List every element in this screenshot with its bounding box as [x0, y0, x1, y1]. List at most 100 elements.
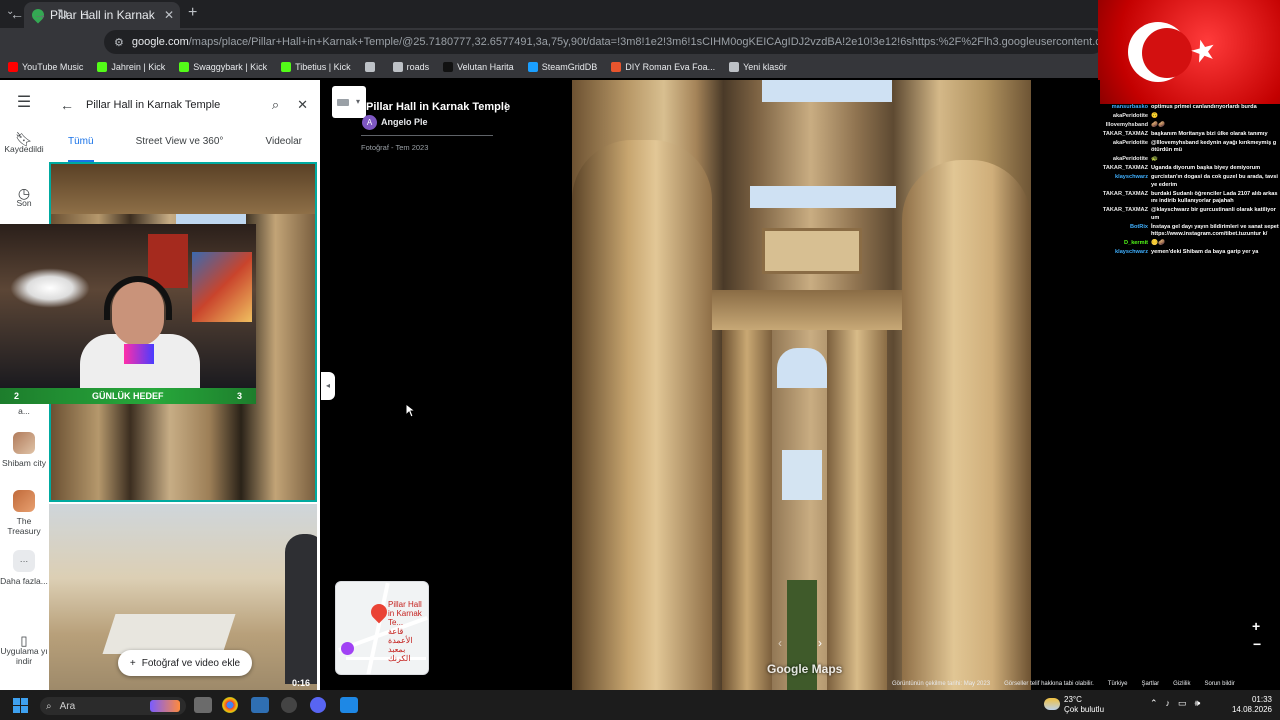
new-tab-button[interactable]: + — [188, 4, 197, 22]
back-icon[interactable]: ← — [10, 6, 24, 22]
privacy-link[interactable]: Gizlilik — [1173, 681, 1190, 690]
site-info-icon[interactable]: ⚙ — [114, 36, 124, 49]
zoom-in-button[interactable]: + — [1252, 618, 1260, 634]
menu-icon[interactable]: ☰ — [0, 95, 48, 111]
close-tab-icon[interactable]: ✕ — [164, 8, 180, 22]
bookmark-item[interactable]: Tibetius | Kick — [281, 62, 351, 72]
taskbar-search[interactable]: ⌕ Ara — [40, 697, 186, 715]
bookmark-label: Tibetius | Kick — [295, 62, 351, 72]
bookmark-item[interactable]: YouTube Music — [8, 62, 83, 72]
mouse-cursor-icon — [405, 403, 415, 418]
network-icon[interactable]: ▭ — [1178, 698, 1187, 709]
search-box[interactable]: ← Pillar Hall in Karnak Temple ⌕ ✕ — [60, 88, 308, 122]
search-input[interactable]: Pillar Hall in Karnak Temple — [86, 99, 272, 111]
get-app-button[interactable]: ▯ Uygulama yı indir — [0, 634, 48, 666]
more-button[interactable]: ··· Daha fazla... — [0, 550, 48, 586]
chat-username[interactable]: D_kermit — [1092, 240, 1148, 247]
recent-place-shibam[interactable]: Shibam city — [0, 432, 48, 468]
chat-text: gurcistan'ın dogasi da cok guzel bu arad… — [1151, 174, 1278, 188]
chat-username[interactable]: TAKAR_TAXMAZ — [1092, 191, 1148, 206]
windows-start-icon[interactable] — [13, 698, 29, 714]
history-icon: ◷ — [17, 185, 31, 201]
layer-toggle-button[interactable]: ▾ — [332, 86, 366, 118]
chat-message: BotRix İnstaya gel dayı yayın bildirimler… — [1092, 224, 1280, 239]
pegman-icon — [341, 642, 354, 655]
chevron-up-icon[interactable]: ⌃ — [1150, 698, 1158, 709]
region-link[interactable]: Türkiye — [1108, 681, 1128, 690]
chrome-icon[interactable] — [222, 697, 238, 713]
volume-icon[interactable]: 🕪︎ — [1195, 698, 1201, 709]
more-options-icon[interactable]: ⋮ — [500, 100, 512, 114]
recent-label: Son — [16, 198, 32, 208]
bookmark-item[interactable]: SteamGridDB — [527, 62, 597, 72]
next-photo-icon[interactable]: › — [818, 636, 822, 650]
chat-username[interactable]: Illovemyhsband — [1092, 122, 1148, 129]
chat-username[interactable]: akaPeridotite — [1092, 140, 1148, 155]
chat-username[interactable]: TAKAR_TAXMAZ — [1092, 165, 1148, 172]
chat-username[interactable]: akaPeridotite — [1092, 156, 1148, 163]
terms-link[interactable]: Şartlar — [1141, 681, 1159, 690]
minimap[interactable]: Pillar Hall in Karnak Te... قاعة الأعمدة… — [335, 581, 429, 675]
address-bar[interactable]: ⚙ google.com/maps/place/Pillar+Hall+in+K… — [104, 30, 1104, 54]
bookmark-favicon-icon — [364, 62, 375, 72]
app-icon[interactable] — [281, 697, 297, 713]
chat-username[interactable]: akaPeridotite — [1092, 113, 1148, 120]
app-icon[interactable] — [251, 697, 269, 713]
discord-icon[interactable] — [310, 697, 326, 713]
saved-label: Kaydedildi — [4, 144, 44, 154]
recent-button[interactable]: ◷ Son — [0, 185, 48, 208]
previous-photo-icon[interactable]: ‹ — [778, 636, 782, 650]
bookmark-item[interactable] — [364, 62, 379, 72]
chat-text: burdaki Sudanlı öğrenciler Lada 2107 alı… — [1151, 190, 1278, 205]
browser-tab[interactable]: Pillar Hall in Karnak Temple - Go ✕ — [24, 2, 180, 28]
bookmark-label: Velutan Harita — [457, 62, 514, 72]
reload-icon[interactable]: ↻ — [57, 6, 69, 23]
tab-street-view[interactable]: Street View ve 360° — [136, 136, 224, 162]
forward-icon[interactable]: → — [33, 6, 47, 22]
tab-videos[interactable]: Videolar — [265, 136, 302, 162]
search-icon[interactable]: ⌕ — [272, 97, 279, 113]
bookmark-item[interactable]: roads — [392, 62, 429, 72]
main-photo[interactable] — [572, 80, 1031, 690]
chat-text: yemen'deki Shibam da baya garip yer ya — [1151, 249, 1259, 256]
bookmark-item[interactable]: Swaggybark | Kick — [179, 62, 267, 72]
author-name[interactable]: Angelo Ple — [381, 117, 428, 127]
stream-chat: mansurbasko optimus primei canlandırıyorl… — [1092, 104, 1280, 284]
tab-all[interactable]: Tümü — [68, 136, 94, 162]
back-arrow-icon[interactable]: ← — [60, 97, 74, 113]
bookmark-item[interactable]: Yeni klasör — [729, 62, 787, 72]
weather-widget[interactable]: 23°C Çok bulutlu — [1064, 695, 1104, 715]
partial-recent-label: a... — [18, 406, 30, 416]
chevron-down-icon: ▾ — [356, 97, 361, 106]
goal-target: 3 — [237, 391, 243, 401]
weather-icon — [1044, 698, 1060, 710]
home-icon[interactable]: ⌂ — [81, 6, 89, 22]
avatar[interactable]: A — [362, 115, 377, 130]
bookmark-item[interactable]: Velutan Harita — [443, 62, 514, 72]
chat-username[interactable]: klayschwarz — [1092, 249, 1148, 256]
task-view-icon[interactable] — [194, 697, 212, 713]
report-link[interactable]: Sorun bildir — [1204, 681, 1234, 690]
url-host: google.com — [131, 36, 189, 48]
chat-username[interactable]: mansurbasko — [1092, 104, 1148, 111]
collapse-panel-button[interactable]: ◂ — [321, 372, 335, 400]
bookmark-item[interactable]: Jahrein | Kick — [97, 62, 165, 72]
microphone-icon[interactable]: ♪ — [1166, 698, 1171, 709]
chat-username[interactable]: BotRix — [1092, 224, 1148, 239]
bookmark-item[interactable]: DIY Roman Eva Foa... — [611, 62, 715, 72]
close-icon[interactable]: ✕ — [297, 97, 308, 113]
app-icon[interactable] — [340, 697, 358, 713]
chat-message: TAKAR_TAXMAZ Uganda diyorum başka biyey d… — [1092, 165, 1280, 172]
chat-username[interactable]: klayschwarz — [1092, 174, 1148, 189]
saved-button[interactable]: 🔖︎ Kaydedildi — [0, 132, 48, 154]
recent-place-treasury[interactable]: The Treasury — [0, 490, 48, 536]
zoom-out-button[interactable]: − — [1253, 636, 1261, 652]
chat-text: İnstaya gel dayı yayın bildirimleri ve s… — [1151, 223, 1279, 238]
video-duration: 0:16 — [292, 678, 311, 688]
clock[interactable]: 01:33 14.08.2026 — [1228, 695, 1272, 715]
system-tray: ⌃ ♪ ▭ 🕪︎ — [1150, 698, 1200, 709]
add-photo-video-button[interactable]: + Fotoğraf ve video ekle — [118, 650, 252, 676]
chat-username[interactable]: TAKAR_TAXMAZ — [1092, 207, 1148, 222]
bookmark-favicon-icon — [611, 62, 622, 72]
chat-username[interactable]: TAKAR_TAXMAZ — [1092, 131, 1148, 138]
